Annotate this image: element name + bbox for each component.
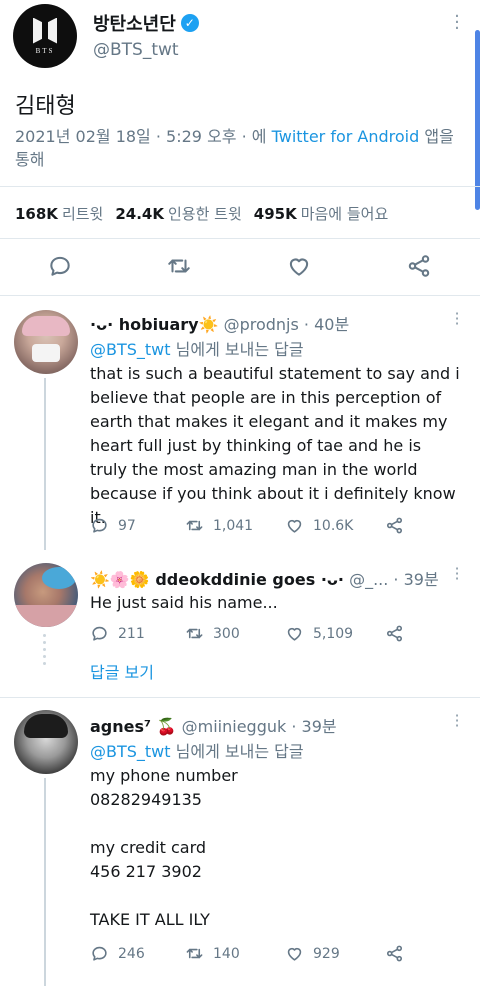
shirt-shape: [14, 605, 78, 627]
share-action[interactable]: [385, 516, 404, 535]
more-options-icon[interactable]: · · ·: [452, 708, 462, 734]
retweet-action[interactable]: 140: [185, 944, 285, 963]
avatar-logo-text: BTS: [35, 46, 55, 55]
author-handle[interactable]: @BTS_twt: [93, 40, 179, 60]
replying-to: @BTS_twt 님에게 보내는 답글: [90, 742, 304, 761]
hat-shape: [42, 567, 76, 589]
like-count: 5,109: [313, 625, 354, 642]
reply-icon: [90, 516, 109, 535]
like-icon: [285, 944, 304, 963]
more-options-icon[interactable]: · · ·: [452, 306, 462, 332]
like-action[interactable]: 10.6K: [285, 516, 385, 535]
reply-header: ☀️🌸🌼 ddeokddinie goes ·ᴗ· @_... · 39분: [90, 566, 439, 590]
reply-time: · 40분: [303, 315, 350, 334]
like-icon[interactable]: [286, 253, 312, 279]
show-replies-link[interactable]: 답글 보기: [90, 659, 154, 683]
reply-actions: 211 300 5,109: [90, 624, 404, 643]
tweet-text: 김태형: [15, 94, 76, 119]
retweet-icon: [185, 624, 204, 643]
retweet-count: 300: [213, 625, 240, 642]
share-icon: [385, 516, 404, 535]
cap-shape: [22, 316, 70, 336]
retweet-icon: [185, 944, 204, 963]
source-link[interactable]: Twitter for Android: [272, 127, 420, 146]
quotes-stat[interactable]: 24.4K 인용한 트윗: [115, 203, 241, 224]
thread-line: [44, 378, 46, 550]
profile-avatar[interactable]: BTS: [13, 4, 77, 68]
retweet-action[interactable]: 300: [185, 624, 285, 643]
reply-action[interactable]: 211: [90, 624, 185, 643]
reply-header: agnes⁷ 🍒 @miiniegguk · 39분: [90, 713, 337, 737]
reply-author-name[interactable]: ·ᴗ· hobiuary☀️: [90, 315, 218, 334]
retweets-stat[interactable]: 168K 리트윗: [15, 203, 103, 224]
share-icon: [385, 944, 404, 963]
reply-count: 97: [118, 517, 136, 534]
like-icon: [285, 516, 304, 535]
reply-time: · 39분: [393, 570, 439, 589]
reply-header: ·ᴗ· hobiuary☀️ @prodnjs · 40분: [90, 311, 349, 335]
divider: [0, 295, 480, 296]
reply-action[interactable]: 246: [90, 944, 185, 963]
reply-icon: [90, 944, 109, 963]
tweet-date: 2021년 02월 18일: [15, 127, 151, 146]
reply-count: 211: [118, 625, 145, 642]
divider: [0, 186, 480, 187]
retweet-icon: [185, 516, 204, 535]
mention-link[interactable]: @BTS_twt: [90, 742, 171, 761]
reply-author-name[interactable]: ☀️🌸🌼 ddeokddinie goes ·ᴗ·: [90, 570, 344, 589]
scrollbar[interactable]: [475, 30, 480, 210]
tweet-stats: 168K 리트윗 24.4K 인용한 트윗 495K 마음에 들어요: [15, 203, 388, 224]
reply-handle[interactable]: @prodnjs: [224, 315, 299, 334]
bts-logo-icon: [32, 18, 58, 44]
reply-time: · 39분: [291, 717, 337, 736]
via-prefix: · 에: [241, 127, 267, 146]
mask-shape: [32, 344, 60, 362]
reply-icon: [90, 624, 109, 643]
like-action[interactable]: 5,109: [285, 624, 385, 643]
retweet-count: 1,041: [213, 517, 254, 534]
reply-count: 246: [118, 945, 145, 962]
author-name[interactable]: 방탄소년단 ✓: [93, 10, 199, 36]
reply-actions: 97 1,041 10.6K: [90, 516, 404, 535]
like-icon: [285, 624, 304, 643]
more-options-icon[interactable]: · · ·: [452, 561, 462, 587]
tweet-time: 5:29 오후: [166, 127, 237, 146]
retweet-icon[interactable]: [166, 253, 192, 279]
mention-link[interactable]: @BTS_twt: [90, 340, 171, 359]
thread-line: [44, 778, 46, 986]
like-count: 10.6K: [313, 517, 354, 534]
verified-badge-icon: ✓: [180, 14, 199, 32]
thread-dots: [43, 634, 47, 669]
reply-actions: 246 140 929: [90, 944, 404, 963]
reply-handle[interactable]: @miiniegguk: [182, 717, 287, 736]
reply-action[interactable]: 97: [90, 516, 185, 535]
reply-author-name[interactable]: agnes⁷ 🍒: [90, 717, 177, 736]
retweet-count: 140: [213, 945, 240, 962]
reply-avatar[interactable]: [14, 310, 78, 374]
tweet-meta: 2021년 02월 18일 · 5:29 오후 · 에 Twitter for …: [15, 127, 454, 169]
reply-avatar[interactable]: [14, 710, 78, 774]
reply-icon[interactable]: [47, 253, 73, 279]
share-icon: [385, 624, 404, 643]
retweet-action[interactable]: 1,041: [185, 516, 285, 535]
share-icon[interactable]: [406, 253, 432, 279]
author-display-name[interactable]: 방탄소년단: [93, 10, 176, 36]
replying-to: @BTS_twt 님에게 보내는 답글: [90, 340, 304, 359]
reply-handle[interactable]: @_...: [349, 570, 388, 589]
more-options-icon[interactable]: · · ·: [452, 8, 462, 38]
share-action[interactable]: [385, 624, 404, 643]
hair-shape: [24, 714, 68, 738]
reply-avatar[interactable]: [14, 563, 78, 627]
divider: [0, 238, 480, 239]
reply-text: my phone number 08282949135 my credit ca…: [90, 766, 238, 929]
share-action[interactable]: [385, 944, 404, 963]
reply-text: He just said his name...: [90, 593, 278, 612]
reply-text: that is such a beautiful statement to sa…: [90, 364, 465, 527]
like-count: 929: [313, 945, 340, 962]
likes-stat[interactable]: 495K 마음에 들어요: [254, 203, 389, 224]
like-action[interactable]: 929: [285, 944, 385, 963]
divider: [0, 697, 480, 698]
